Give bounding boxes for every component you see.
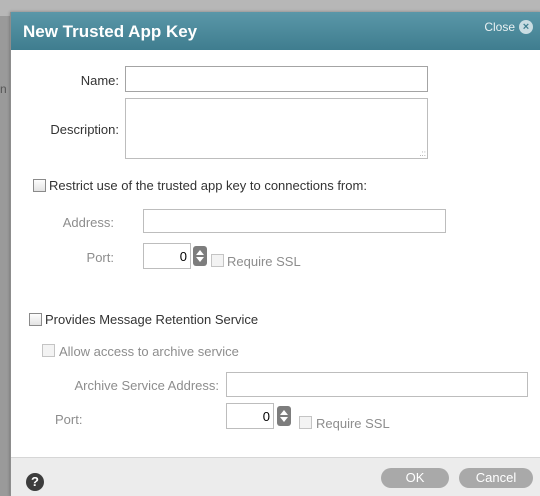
new-trusted-app-key-dialog: New Trusted App Key Close × Name: Descri… <box>10 12 540 496</box>
address-label: Address: <box>62 215 114 230</box>
name-label: Name: <box>80 73 119 88</box>
allow-archive-checkbox[interactable] <box>42 344 55 357</box>
port-spinner-icon[interactable] <box>193 246 207 266</box>
restrict-checkbox[interactable] <box>33 179 46 192</box>
port-input[interactable]: 0 <box>143 243 191 269</box>
port-label: Port: <box>86 250 114 265</box>
close-label: Close <box>484 20 515 34</box>
archive-port-label: Port: <box>55 412 83 427</box>
archive-require-ssl-checkbox[interactable] <box>299 416 312 429</box>
name-input[interactable] <box>125 66 428 92</box>
help-icon[interactable]: ? <box>26 473 44 491</box>
archive-port-input[interactable]: 0 <box>226 403 274 429</box>
retention-label: Provides Message Retention Service <box>45 312 259 327</box>
restrict-label: Restrict use of the trusted app key to c… <box>49 178 367 193</box>
description-label: Description: <box>50 122 119 137</box>
close-icon: × <box>519 20 533 34</box>
require-ssl-checkbox[interactable] <box>211 254 224 267</box>
ok-button[interactable]: OK <box>381 468 449 488</box>
require-ssl-label: Require SSL <box>227 254 301 269</box>
archive-port-spinner-icon[interactable] <box>277 406 291 426</box>
close-button[interactable]: Close × <box>484 20 533 34</box>
background-text-fragment: n <box>0 82 7 96</box>
allow-archive-label: Allow access to archive service <box>59 344 239 359</box>
archive-address-input[interactable] <box>226 372 528 397</box>
dialog-footer: ? OK Cancel <box>11 457 540 496</box>
cancel-button[interactable]: Cancel <box>459 468 533 488</box>
archive-address-label: Archive Service Address: <box>74 378 219 393</box>
address-input[interactable] <box>143 209 446 233</box>
retention-checkbox[interactable] <box>29 313 42 326</box>
description-textarea[interactable] <box>125 98 428 159</box>
dialog-title: New Trusted App Key <box>23 22 198 41</box>
resize-grip-icon[interactable]: .:: <box>419 149 426 158</box>
archive-require-ssl-label: Require SSL <box>316 416 390 431</box>
dialog-titlebar: New Trusted App Key Close × <box>11 12 540 50</box>
